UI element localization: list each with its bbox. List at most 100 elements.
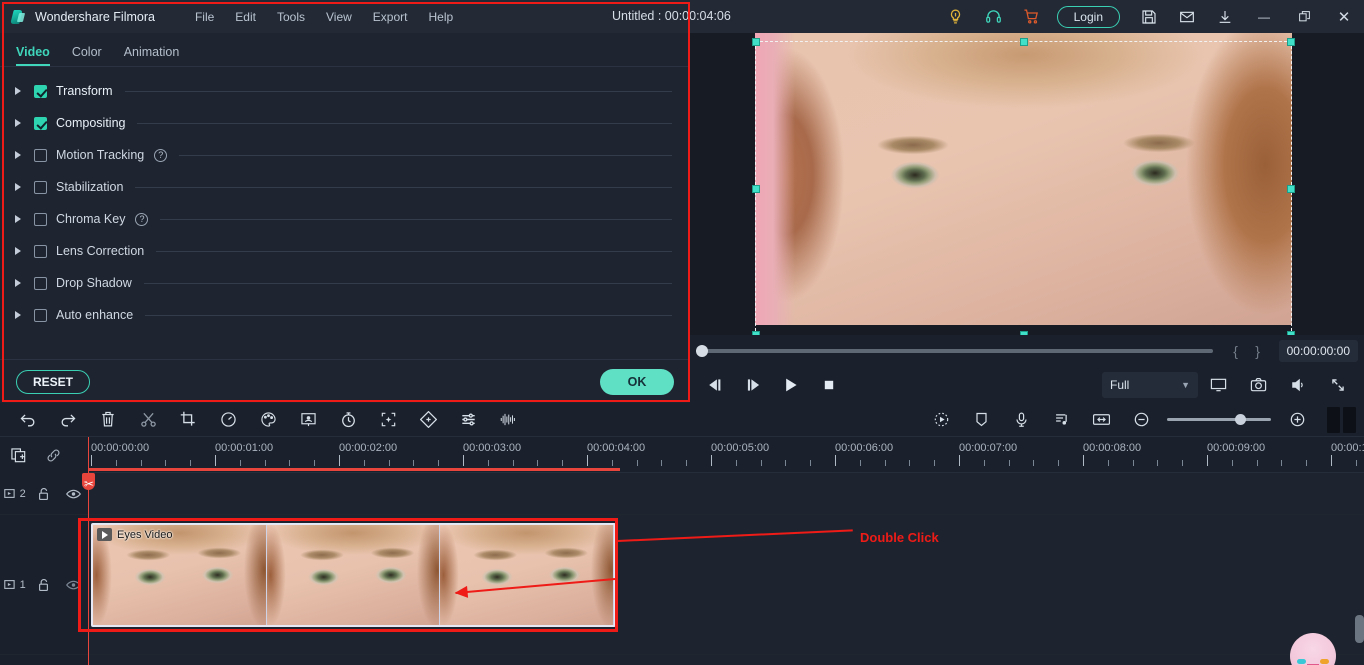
auto-enhance-checkbox[interactable]: [34, 308, 47, 322]
split-scissors-icon[interactable]: [128, 403, 168, 437]
track-2-body[interactable]: [88, 473, 1364, 514]
add-media-icon[interactable]: [10, 447, 27, 464]
undo-icon[interactable]: [8, 403, 48, 437]
zoom-out-button[interactable]: [1121, 403, 1161, 437]
lens-correction-checkbox[interactable]: [34, 244, 47, 258]
property-row-lens-correction[interactable]: Lens Correction: [0, 235, 690, 267]
compositing-checkbox[interactable]: [34, 116, 47, 130]
audio-detach-icon[interactable]: [1041, 403, 1081, 437]
link-unlink-icon[interactable]: [45, 447, 62, 464]
minimize-button[interactable]: —: [1244, 0, 1284, 33]
close-button[interactable]: ✕: [1324, 0, 1364, 33]
transform-checkbox[interactable]: [34, 84, 47, 98]
headset-support-icon[interactable]: [975, 0, 1013, 33]
smart-cutout-icon[interactable]: [368, 403, 408, 437]
vertical-scrollbar[interactable]: [1355, 615, 1364, 643]
menu-item-edit[interactable]: Edit: [235, 10, 256, 24]
snapshot-camera-icon[interactable]: [1238, 370, 1278, 400]
property-row-transform[interactable]: Transform: [0, 75, 690, 107]
expand-arrow-icon[interactable]: [10, 311, 26, 319]
properties-tabs: Video Color Animation: [0, 33, 690, 67]
download-icon[interactable]: [1206, 0, 1244, 33]
scrubber-knob[interactable]: [696, 344, 708, 357]
reset-button[interactable]: RESET: [16, 369, 91, 394]
tab-video[interactable]: Video: [16, 45, 50, 66]
play-button[interactable]: [772, 370, 810, 400]
property-row-compositing[interactable]: Compositing: [0, 107, 690, 139]
redo-icon[interactable]: [48, 403, 88, 437]
previous-frame-button[interactable]: [696, 370, 734, 400]
player-timecode[interactable]: 00:00:00:00: [1278, 339, 1358, 362]
fit-timeline-icon[interactable]: [1081, 403, 1121, 437]
expand-arrow-icon[interactable]: [10, 87, 26, 95]
menu-item-help[interactable]: Help: [428, 10, 453, 24]
adjust-sliders-icon[interactable]: [448, 403, 488, 437]
zoom-slider-knob[interactable]: [1235, 414, 1246, 425]
mark-in-button[interactable]: {: [1225, 343, 1247, 359]
audio-track-body[interactable]: [88, 655, 1364, 665]
track-lock-icon[interactable]: [29, 578, 58, 592]
stabilization-checkbox[interactable]: [34, 180, 47, 194]
delete-icon[interactable]: [88, 403, 128, 437]
video-track-2[interactable]: 2: [0, 473, 1364, 515]
screen-cast-icon[interactable]: [1198, 370, 1238, 400]
preview-player[interactable]: [690, 33, 1364, 335]
save-icon[interactable]: [1130, 0, 1168, 33]
tab-animation[interactable]: Animation: [124, 45, 180, 66]
stop-button[interactable]: [810, 370, 848, 400]
chroma-key-checkbox[interactable]: [34, 212, 47, 226]
mail-icon[interactable]: [1168, 0, 1206, 33]
timeline-clip[interactable]: Eyes Video: [91, 523, 616, 627]
property-row-auto-enhance[interactable]: Auto enhance: [0, 299, 690, 331]
color-palette-icon[interactable]: [248, 403, 288, 437]
green-screen-icon[interactable]: [288, 403, 328, 437]
track-visibility-icon[interactable]: [59, 579, 88, 591]
expand-arrow-icon[interactable]: [10, 119, 26, 127]
zoom-in-button[interactable]: [1277, 403, 1317, 437]
track-lock-icon[interactable]: [29, 487, 58, 501]
menu-item-tools[interactable]: Tools: [277, 10, 305, 24]
expand-arrow-icon[interactable]: [10, 215, 26, 223]
render-preview-indicator[interactable]: [1327, 406, 1356, 433]
expand-arrow-icon[interactable]: [10, 183, 26, 191]
tab-color[interactable]: Color: [72, 45, 102, 66]
property-row-stabilization[interactable]: Stabilization: [0, 171, 690, 203]
next-frame-button[interactable]: [734, 370, 772, 400]
restore-button[interactable]: [1284, 0, 1324, 33]
tips-bulb-icon[interactable]: [937, 0, 975, 33]
track-visibility-icon[interactable]: [59, 488, 88, 500]
audio-waveform-icon[interactable]: [488, 403, 528, 437]
marker-icon[interactable]: [961, 403, 1001, 437]
expand-arrow-icon[interactable]: [10, 247, 26, 255]
timeline-zoom-slider[interactable]: [1167, 403, 1271, 437]
playback-quality-select[interactable]: Full ▼: [1102, 371, 1198, 398]
menu-item-file[interactable]: File: [195, 10, 214, 24]
timeline-ruler[interactable]: 00:00:00:00 00:00:01:00 00:00:02:00 00:00:0…: [88, 437, 1364, 473]
login-button[interactable]: Login: [1056, 5, 1120, 28]
help-icon[interactable]: ?: [154, 148, 168, 162]
motion-tracking-checkbox[interactable]: [34, 148, 47, 162]
menu-item-export[interactable]: Export: [373, 10, 408, 24]
shopping-cart-icon[interactable]: [1013, 0, 1051, 33]
keyframe-icon[interactable]: [408, 403, 448, 437]
duration-timer-icon[interactable]: [328, 403, 368, 437]
property-row-motion-tracking[interactable]: Motion Tracking ?: [0, 139, 690, 171]
audio-track-1[interactable]: 1: [0, 655, 1364, 665]
record-voiceover-icon[interactable]: [1001, 403, 1041, 437]
expand-arrow-icon[interactable]: [10, 279, 26, 287]
drop-shadow-checkbox[interactable]: [34, 276, 47, 290]
volume-icon[interactable]: [1278, 370, 1318, 400]
property-row-chroma-key[interactable]: Chroma Key ?: [0, 203, 690, 235]
menu-item-view[interactable]: View: [326, 10, 352, 24]
property-row-drop-shadow[interactable]: Drop Shadow: [0, 267, 690, 299]
help-icon[interactable]: ?: [135, 212, 149, 226]
playback-scrubber[interactable]: [696, 344, 1213, 357]
expand-arrow-icon[interactable]: [10, 151, 26, 159]
video-track-1[interactable]: 1 Eyes Video: [0, 515, 1364, 655]
ok-button[interactable]: OK: [600, 368, 674, 395]
crop-icon[interactable]: [168, 403, 208, 437]
speed-icon[interactable]: [208, 403, 248, 437]
fullscreen-icon[interactable]: [1318, 370, 1358, 400]
mark-out-button[interactable]: }: [1247, 343, 1269, 359]
auto-reframe-icon[interactable]: [921, 403, 961, 437]
